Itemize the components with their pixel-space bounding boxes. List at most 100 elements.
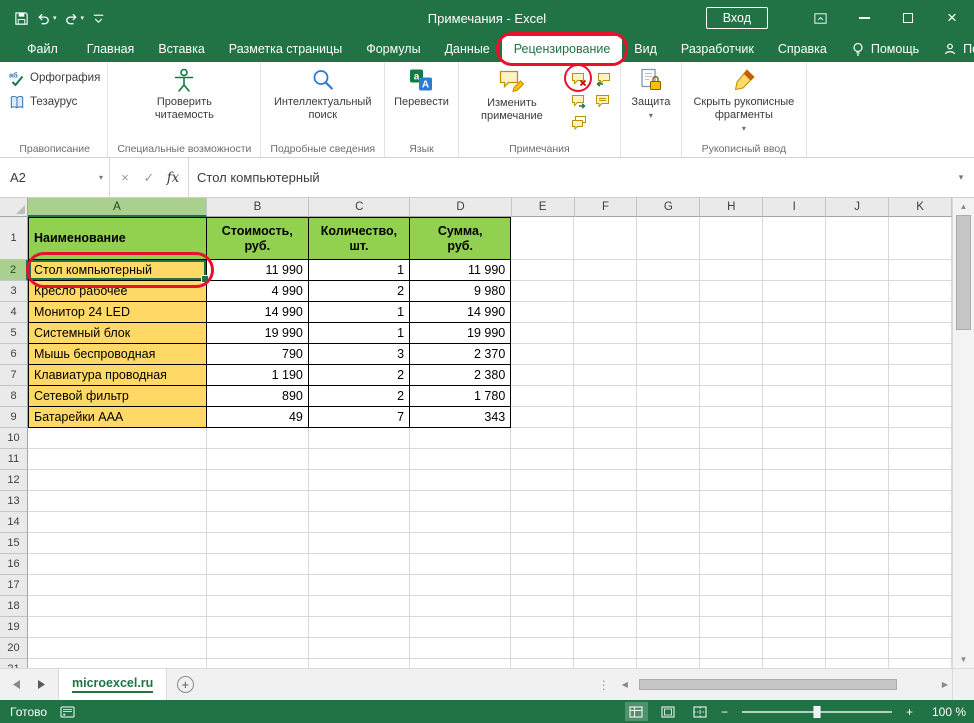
cell-b17[interactable] [206,575,309,596]
cell-a10[interactable] [28,428,207,449]
cell-g16[interactable] [637,554,701,575]
cell-c20[interactable] [308,638,411,659]
column-header-k[interactable]: K [889,198,952,217]
name-box-dropdown-icon[interactable]: ▾ [99,173,103,182]
row-header-11[interactable]: 11 [0,449,28,470]
cell-k18[interactable] [889,596,952,617]
column-header-f[interactable]: F [574,198,638,217]
column-header-b[interactable]: B [206,198,310,217]
cell-h6[interactable] [700,344,764,365]
new-sheet-button[interactable]: + [167,669,203,700]
cell-i11[interactable] [763,449,827,470]
cell-a16[interactable] [28,554,207,575]
cell-j10[interactable] [826,428,890,449]
save-button[interactable] [14,6,29,30]
cell-a20[interactable] [28,638,207,659]
cell-e15[interactable] [511,533,575,554]
cell-a3[interactable]: Кресло рабочее [28,281,207,302]
cell-h1[interactable] [700,217,764,260]
cell-j6[interactable] [826,344,890,365]
cell-d9[interactable]: 343 [410,407,512,428]
ribbon-display-options-button[interactable] [798,0,842,36]
cell-g20[interactable] [637,638,701,659]
cell-e12[interactable] [511,470,575,491]
cell-a1[interactable]: Наименование [28,217,207,260]
cell-i14[interactable] [763,512,827,533]
cell-e14[interactable] [511,512,575,533]
cell-g13[interactable] [637,491,701,512]
cell-j14[interactable] [826,512,890,533]
row-header-6[interactable]: 6 [0,344,28,365]
cell-k11[interactable] [889,449,952,470]
cell-e2[interactable] [511,260,575,281]
zoom-slider-thumb[interactable] [813,705,821,718]
cell-b16[interactable] [206,554,309,575]
redo-dropdown-icon[interactable]: ▾ [81,14,85,22]
ribbon-tab-data[interactable]: Данные [433,36,502,62]
sign-in-button[interactable]: Вход [705,7,768,29]
cell-e18[interactable] [511,596,575,617]
cell-i7[interactable] [763,365,827,386]
cell-b4[interactable]: 14 990 [206,302,309,323]
cell-b3[interactable]: 4 990 [206,281,309,302]
cell-d16[interactable] [410,554,512,575]
cell-c13[interactable] [308,491,411,512]
cell-b12[interactable] [206,470,309,491]
cell-i5[interactable] [763,323,827,344]
cell-j13[interactable] [826,491,890,512]
cell-d7[interactable]: 2 380 [410,365,512,386]
cell-f15[interactable] [574,533,638,554]
cell-k20[interactable] [889,638,952,659]
cell-g6[interactable] [637,344,701,365]
cell-j20[interactable] [826,638,890,659]
cell-e10[interactable] [511,428,575,449]
cell-g5[interactable] [637,323,701,344]
cell-f10[interactable] [574,428,638,449]
delete-comment-button[interactable] [563,64,592,92]
cell-k1[interactable] [889,217,952,260]
cell-a9[interactable]: Батарейки AAA [28,407,207,428]
horizontal-scrollbar[interactable]: ⋮ ◀ ▶ [598,669,952,700]
cell-b2[interactable]: 11 990 [206,260,309,281]
cell-c17[interactable] [308,575,411,596]
scrollbar-splitter-icon[interactable]: ⋮ [598,678,610,692]
previous-sheet-icon[interactable] [13,680,21,689]
cell-h16[interactable] [700,554,764,575]
cell-b14[interactable] [206,512,309,533]
cell-h18[interactable] [700,596,764,617]
cell-d10[interactable] [410,428,512,449]
cell-c11[interactable] [308,449,411,470]
cell-g15[interactable] [637,533,701,554]
cell-e6[interactable] [511,344,575,365]
show-hide-comment-button[interactable] [591,90,615,112]
cell-b8[interactable]: 890 [206,386,309,407]
cell-c5[interactable]: 1 [308,323,411,344]
protect-button[interactable]: Защита ▾ [624,64,678,121]
cell-a14[interactable] [28,512,207,533]
scroll-right-icon[interactable]: ▶ [938,680,952,689]
cell-c2[interactable]: 1 [308,260,411,281]
cell-i8[interactable] [763,386,827,407]
cell-h14[interactable] [700,512,764,533]
cell-d21[interactable] [410,659,512,668]
cell-g14[interactable] [637,512,701,533]
cell-e16[interactable] [511,554,575,575]
ribbon-tab-review[interactable]: Рецензирование [495,32,629,66]
cell-b19[interactable] [206,617,309,638]
cell-g17[interactable] [637,575,701,596]
row-header-4[interactable]: 4 [0,302,28,323]
share-button[interactable]: Поделиться [931,36,974,62]
cell-f16[interactable] [574,554,638,575]
cell-f9[interactable] [574,407,638,428]
cell-a15[interactable] [28,533,207,554]
row-header-3[interactable]: 3 [0,281,28,302]
cell-a2[interactable]: Стол компьютерный [26,252,214,288]
check-accessibility-button[interactable]: Проверить читаемость [134,64,234,123]
cell-c3[interactable]: 2 [308,281,411,302]
cell-g21[interactable] [637,659,701,668]
ribbon-tab-developer[interactable]: Разработчик [669,36,766,62]
cell-a21[interactable] [28,659,207,668]
cell-f5[interactable] [574,323,638,344]
formula-input[interactable]: Стол компьютерный [189,158,948,197]
ribbon-tab-page-layout[interactable]: Разметка страницы [217,36,354,62]
